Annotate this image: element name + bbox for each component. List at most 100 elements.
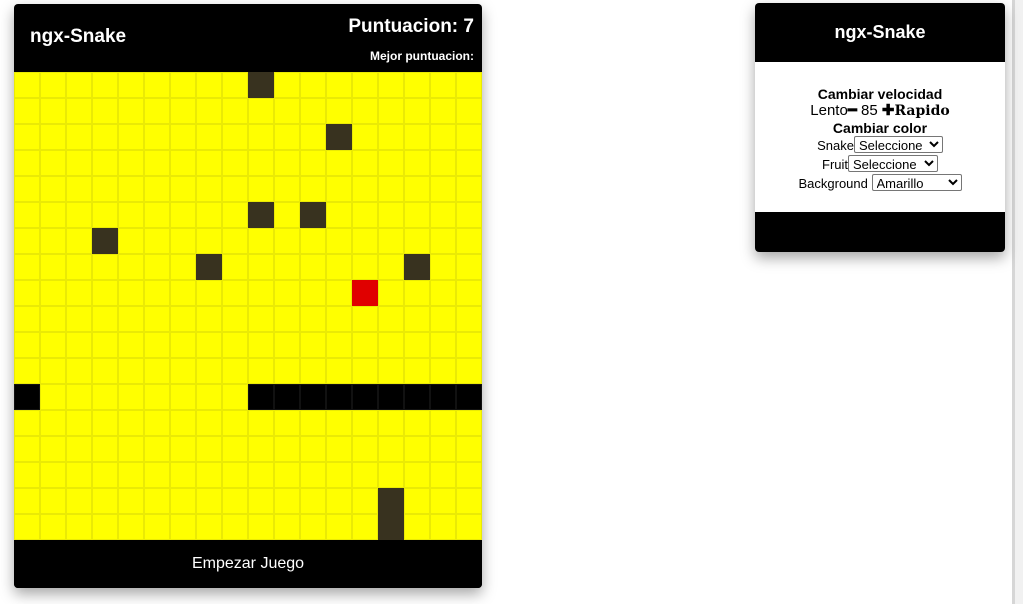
board-cell	[352, 462, 378, 488]
snake-segment	[300, 384, 326, 410]
snake-color-select[interactable]: Seleccione	[853, 136, 943, 153]
board-cell	[118, 254, 144, 280]
board-cell	[456, 306, 482, 332]
board-cell	[118, 384, 144, 410]
board-cell	[170, 228, 196, 254]
fruit-color-select[interactable]: Seleccione	[848, 155, 938, 172]
board-cell	[430, 358, 456, 384]
board-cell	[430, 462, 456, 488]
board-cell	[118, 176, 144, 202]
background-color-select[interactable]: Amarillo	[871, 174, 962, 191]
board-cell	[170, 306, 196, 332]
board-cell	[196, 410, 222, 436]
board-cell	[118, 72, 144, 98]
board-cell	[92, 488, 118, 514]
board-cell	[352, 488, 378, 514]
scrollbar-edge	[1012, 0, 1023, 604]
board-cell	[40, 332, 66, 358]
board-cell	[14, 436, 40, 462]
obstacle-cell	[378, 514, 404, 540]
speed-control: Lento━ 85 ✚Rapido	[755, 102, 1005, 120]
start-game-button[interactable]: Empezar Juego	[14, 540, 482, 588]
board-cell	[66, 462, 92, 488]
board-cell	[326, 462, 352, 488]
board-cell	[92, 514, 118, 540]
board-cell	[170, 462, 196, 488]
board-cell	[170, 280, 196, 306]
board-cell	[40, 436, 66, 462]
board-cell	[430, 280, 456, 306]
board-cell	[40, 72, 66, 98]
board-cell	[170, 150, 196, 176]
board-cell	[14, 332, 40, 358]
board-cell	[92, 202, 118, 228]
board-cell	[300, 98, 326, 124]
board-cell	[196, 228, 222, 254]
board-cell	[248, 488, 274, 514]
board-cell	[170, 254, 196, 280]
board-cell	[170, 384, 196, 410]
board-cell	[92, 72, 118, 98]
board-cell	[66, 254, 92, 280]
best-score-label: Mejor puntuacion:	[370, 49, 474, 63]
board-cell	[430, 254, 456, 280]
board-cell	[14, 176, 40, 202]
board-cell	[118, 514, 144, 540]
speed-increase-icon[interactable]: ✚	[882, 102, 895, 119]
board-cell	[14, 306, 40, 332]
board-cell	[352, 228, 378, 254]
board-cell	[118, 306, 144, 332]
speed-fast-label: Rapido	[894, 103, 950, 119]
board-cell	[144, 410, 170, 436]
board-cell	[92, 306, 118, 332]
board-cell	[144, 72, 170, 98]
board-cell	[404, 332, 430, 358]
fruit-color-row: Fruit Seleccione	[755, 155, 1005, 174]
snake-segment	[14, 384, 40, 410]
board-cell	[300, 72, 326, 98]
score-value: 7	[463, 16, 474, 37]
board-cell	[456, 228, 482, 254]
board-cell	[14, 228, 40, 254]
board-cell	[326, 306, 352, 332]
board-cell	[274, 514, 300, 540]
board-cell	[170, 72, 196, 98]
snake-segment	[274, 384, 300, 410]
game-board[interactable]	[14, 72, 482, 540]
board-cell	[14, 410, 40, 436]
board-cell	[170, 358, 196, 384]
board-cell	[66, 410, 92, 436]
board-cell	[196, 202, 222, 228]
board-cell	[274, 202, 300, 228]
board-cell	[144, 488, 170, 514]
board-cell	[404, 358, 430, 384]
board-cell	[404, 514, 430, 540]
board-cell	[352, 176, 378, 202]
board-cell	[222, 358, 248, 384]
board-cell	[248, 254, 274, 280]
board-cell	[274, 72, 300, 98]
board-cell	[196, 176, 222, 202]
board-cell	[378, 72, 404, 98]
board-cell	[118, 488, 144, 514]
board-cell	[430, 202, 456, 228]
board-cell	[404, 202, 430, 228]
board-cell	[14, 514, 40, 540]
board-cell	[300, 332, 326, 358]
board-cell	[40, 280, 66, 306]
board-cell	[248, 462, 274, 488]
board-cell	[66, 488, 92, 514]
board-cell	[248, 150, 274, 176]
board-cell	[248, 306, 274, 332]
board-cell	[14, 72, 40, 98]
board-cell	[118, 98, 144, 124]
board-cell	[300, 488, 326, 514]
background-color-row: Background Amarillo	[755, 174, 1005, 193]
board-cell	[352, 150, 378, 176]
board-cell	[404, 436, 430, 462]
board-cell	[456, 514, 482, 540]
board-cell	[248, 280, 274, 306]
speed-decrease-icon[interactable]: ━	[848, 102, 857, 119]
board-cell	[222, 384, 248, 410]
settings-title: ngx-Snake	[755, 3, 1005, 62]
